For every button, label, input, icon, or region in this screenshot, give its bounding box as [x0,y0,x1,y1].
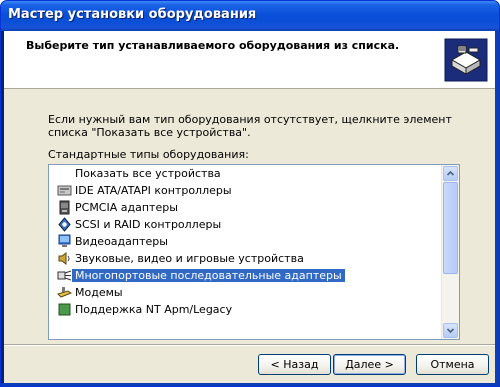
hardware-type-listbox[interactable]: Показать все устройства IDE ATA/ATAPI ко… [48,164,460,340]
next-button[interactable]: Далее > [333,354,406,375]
list-label: Стандартные типы оборудования: [48,148,249,161]
list-item-label: SCSI и RAID контроллеры [75,218,222,231]
instruction-text: Если нужный вам тип оборудования отсутст… [48,113,452,139]
list-item-pcmcia[interactable]: PCMCIA адаптеры [49,199,443,216]
window-frame-bottom [1,383,499,386]
display-adapter-icon [57,234,72,249]
list-item-ide[interactable]: IDE ATA/ATAPI контроллеры [49,182,443,199]
scroll-up-button[interactable] [443,166,458,181]
chevron-up-icon [446,170,455,176]
scroll-thumb[interactable] [443,182,458,274]
window-frame-right [495,31,499,386]
vertical-scrollbar[interactable] [441,165,459,339]
nt-apm-icon [57,302,72,317]
list-item-label: Поддержка NT Apm/Legacy [75,303,233,316]
dialog-body: Выберите тип устанавливаемого оборудован… [4,31,496,385]
list-item-scsi[interactable]: SCSI и RAID контроллеры [49,216,443,233]
list-item-sound[interactable]: Звуковые, видео и игровые устройства [49,250,443,267]
list-item-label: PCMCIA адаптеры [75,201,178,214]
list-item-video[interactable]: Видеоадаптеры [49,233,443,250]
list-item-label: Видеоадаптеры [75,235,168,248]
cancel-button[interactable]: Отмена [416,354,489,375]
scsi-icon [57,217,72,232]
list-item-label: Звуковые, видео и игровые устройства [75,252,304,265]
list-item-label: Показать все устройства [75,167,221,180]
list-item-nt-apm[interactable]: Поддержка NT Apm/Legacy [49,301,443,318]
modem-icon [57,285,73,300]
back-button[interactable]: < Назад [258,354,331,375]
wizard-window: Мастер установки оборудования Выберите т… [0,0,500,387]
scroll-down-button[interactable] [443,323,458,338]
list-item-label: Многопортовые последовательные адаптеры [72,269,345,282]
hardware-wizard-icon [444,38,488,82]
ide-controller-icon [57,183,72,198]
multiport-serial-icon [57,268,72,283]
wizard-header: Выберите тип устанавливаемого оборудован… [4,31,496,89]
list-item-modems[interactable]: Модемы [49,284,443,301]
pcmcia-icon [57,200,72,215]
list-item-label: IDE ATA/ATAPI контроллеры [75,184,232,197]
chevron-down-icon [446,328,455,334]
sound-icon [57,251,72,266]
list-item-multiport-serial[interactable]: Многопортовые последовательные адаптеры [49,267,443,284]
button-separator [4,344,496,346]
page-heading: Выберите тип устанавливаемого оборудован… [26,39,400,52]
list-item-show-all[interactable]: Показать все устройства [49,165,443,182]
list-item-label: Модемы [75,286,123,299]
title-bar[interactable]: Мастер установки оборудования [1,1,499,31]
window-title: Мастер установки оборудования [8,7,257,22]
